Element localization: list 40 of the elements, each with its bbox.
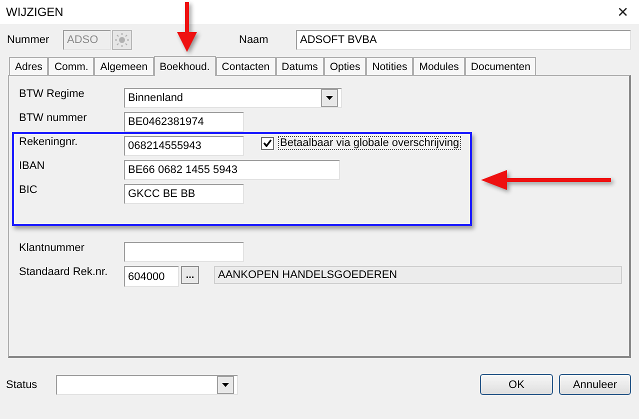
field-label: Nummer — [7, 34, 50, 46]
tab[interactable]: Adres — [9, 57, 48, 75]
caret-icon[interactable] — [217, 376, 234, 394]
input-field[interactable]: ADSOFT BVBA — [296, 30, 631, 50]
tab[interactable]: Notities — [366, 57, 414, 75]
input-field[interactable]: 604000 — [124, 266, 179, 287]
tab[interactable]: Opties — [324, 57, 366, 75]
field-label: BTW Regime — [19, 88, 86, 100]
tab[interactable]: Algemeen — [94, 57, 154, 75]
input-field[interactable]: BE0462381974 — [124, 112, 244, 132]
field-label: BTW nummer — [19, 112, 88, 124]
checkbox-label[interactable]: Betaalbaar via globale overschrijving — [278, 136, 462, 150]
browse-button[interactable]: ... — [181, 266, 199, 284]
window-title: WIJZIGEN — [6, 5, 64, 19]
field-label: Klantnummer — [19, 242, 86, 254]
input-field[interactable]: GKCC BE BB — [124, 184, 244, 204]
tab[interactable]: Boekhoud. — [154, 56, 216, 76]
input-field[interactable]: BE66 0682 1455 5943 — [124, 160, 340, 180]
cancel-button[interactable]: Annuleer — [559, 374, 631, 395]
field-label: Rekeningnr. — [19, 136, 79, 148]
close-icon[interactable]: ✕ — [617, 4, 629, 20]
field-label: Status — [6, 378, 38, 390]
input-field[interactable]: 068214555943 — [124, 136, 244, 156]
tab[interactable]: Comm. — [48, 57, 94, 75]
caret-icon[interactable] — [321, 89, 338, 107]
checkbox[interactable] — [261, 136, 274, 150]
tab[interactable]: Modules — [413, 57, 465, 75]
dropdown-field[interactable] — [56, 374, 238, 394]
description-field: AANKOPEN HANDELSGOEDEREN — [214, 266, 622, 284]
field-label: Naam — [239, 34, 270, 46]
field-label: BIC — [19, 184, 38, 196]
dropdown-field[interactable]: Binnenland — [124, 88, 342, 108]
input-field[interactable] — [124, 242, 244, 262]
ok-button[interactable]: OK — [480, 374, 553, 395]
tab[interactable]: Datums — [276, 57, 324, 75]
field-label: Standaard Rek.nr. — [19, 266, 109, 278]
annotation-arrow — [175, 2, 199, 52]
tab[interactable]: Contacten — [216, 57, 276, 75]
field-label: IBAN — [19, 160, 46, 172]
tab[interactable]: Documenten — [464, 57, 536, 75]
